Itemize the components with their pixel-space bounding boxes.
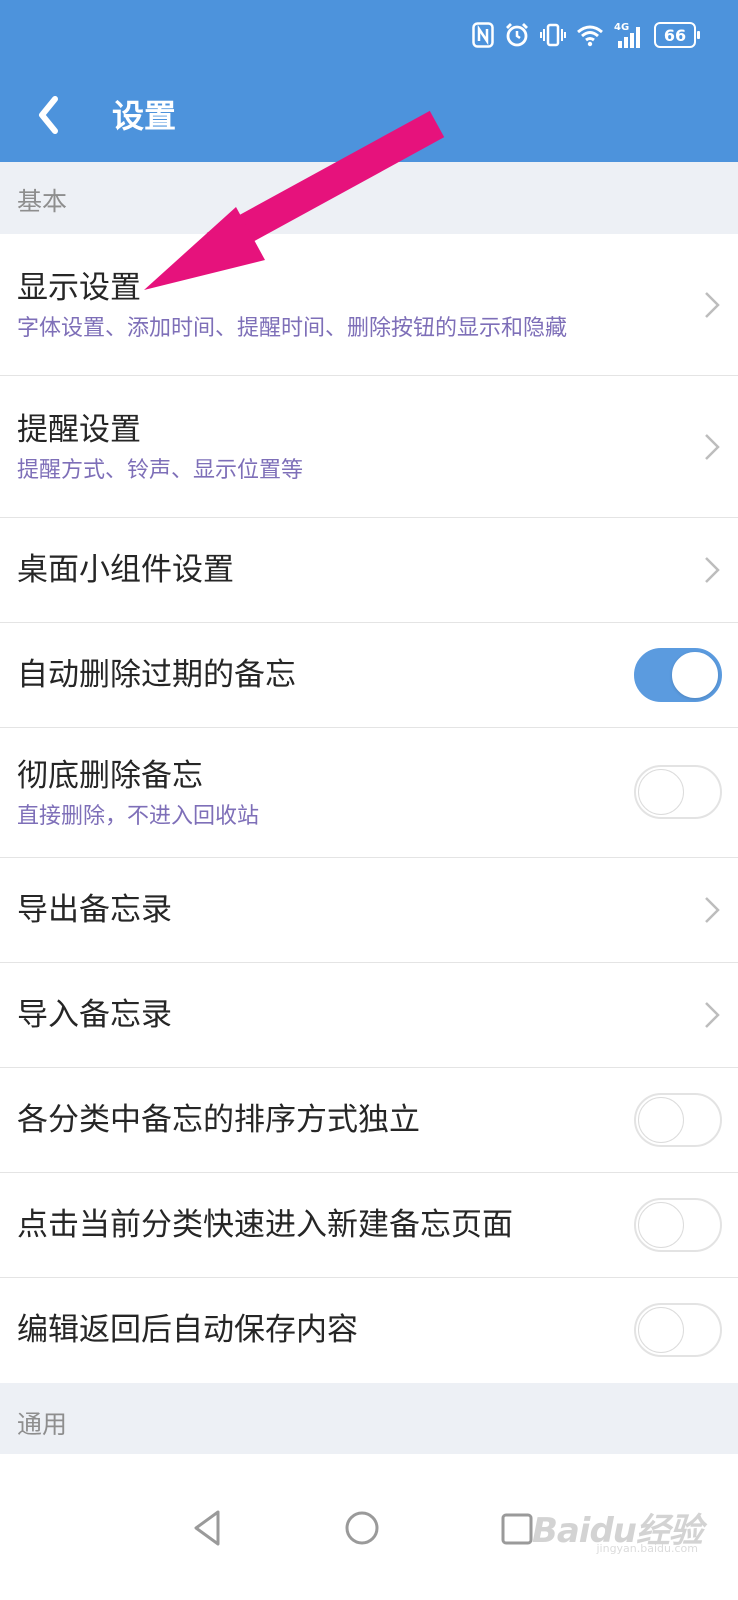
row-title: 自动删除过期的备忘 <box>17 657 296 693</box>
row-title: 提醒设置 <box>17 412 141 448</box>
app-bar: 设置 <box>0 70 738 162</box>
chevron-right-icon <box>705 1002 720 1028</box>
row-permanent-delete: 彻底删除备忘 直接删除，不进入回收站 <box>0 728 738 858</box>
battery-level: 66 <box>663 25 687 45</box>
permanent-delete-toggle[interactable] <box>634 765 722 819</box>
row-title: 导入备忘录 <box>17 997 172 1033</box>
toggle-knob <box>638 1307 684 1353</box>
toggle-knob <box>638 1097 684 1143</box>
nfc-icon <box>472 20 494 50</box>
toggle-knob <box>638 1202 684 1248</box>
toggle-knob <box>638 769 684 815</box>
alarm-icon <box>504 20 530 50</box>
row-title: 彻底删除备忘 <box>17 758 203 794</box>
row-subtitle: 提醒方式、铃声、显示位置等 <box>17 458 304 483</box>
network-label: 4G <box>614 22 629 33</box>
page-title: 设置 <box>112 97 177 135</box>
status-icons: 4G 66 <box>472 18 700 52</box>
section-title-basic: 基本 <box>17 187 68 216</box>
section-header-general: 通用 <box>0 1383 738 1455</box>
chevron-right-icon <box>705 897 720 923</box>
independent-sort-toggle[interactable] <box>634 1093 722 1147</box>
recents-square-icon[interactable] <box>500 1512 534 1546</box>
auto-delete-toggle[interactable] <box>634 648 722 702</box>
row-independent-sort: 各分类中备忘的排序方式独立 <box>0 1068 738 1173</box>
vibrate-icon <box>540 20 566 50</box>
chevron-left-icon <box>39 96 58 134</box>
row-quick-new: 点击当前分类快速进入新建备忘页面 <box>0 1173 738 1278</box>
row-subtitle: 字体设置、添加时间、提醒时间、删除按钮的显示和隐藏 <box>17 316 568 341</box>
toggle-knob <box>672 652 718 698</box>
row-title: 桌面小组件设置 <box>17 552 234 588</box>
back-button[interactable] <box>24 90 74 140</box>
row-reminder-settings[interactable]: 提醒设置 提醒方式、铃声、显示位置等 <box>0 376 738 518</box>
row-widget-settings[interactable]: 桌面小组件设置 <box>0 518 738 623</box>
auto-save-toggle[interactable] <box>634 1303 722 1357</box>
section-title-general: 通用 <box>17 1410 68 1439</box>
row-auto-delete-expired: 自动删除过期的备忘 <box>0 623 738 728</box>
row-export[interactable]: 导出备忘录 <box>0 858 738 963</box>
signal-4g-icon: 4G <box>614 20 644 50</box>
wifi-icon <box>576 20 604 50</box>
row-auto-save: 编辑返回后自动保存内容 <box>0 1278 738 1383</box>
chevron-right-icon <box>705 292 720 318</box>
battery-indicator: 66 <box>654 22 700 48</box>
watermark-url: jingyan.baidu.com <box>596 1542 698 1555</box>
quick-new-toggle[interactable] <box>634 1198 722 1252</box>
row-title: 显示设置 <box>17 270 141 306</box>
chevron-right-icon <box>705 557 720 583</box>
row-display-settings[interactable]: 显示设置 字体设置、添加时间、提醒时间、删除按钮的显示和隐藏 <box>0 234 738 376</box>
row-title: 点击当前分类快速进入新建备忘页面 <box>17 1207 513 1243</box>
home-circle-icon[interactable] <box>344 1510 380 1546</box>
baidu-watermark: Baidu经验 jingyan.baidu.com <box>532 1502 703 1556</box>
back-triangle-icon[interactable] <box>190 1508 224 1548</box>
row-title: 编辑返回后自动保存内容 <box>17 1312 358 1348</box>
row-import[interactable]: 导入备忘录 <box>0 963 738 1068</box>
status-bar: 4G 66 <box>0 0 738 70</box>
row-title: 各分类中备忘的排序方式独立 <box>17 1102 420 1138</box>
row-title: 导出备忘录 <box>17 892 172 928</box>
chevron-right-icon <box>705 434 720 460</box>
section-header-basic: 基本 <box>0 162 738 234</box>
row-subtitle: 直接删除，不进入回收站 <box>17 804 260 829</box>
